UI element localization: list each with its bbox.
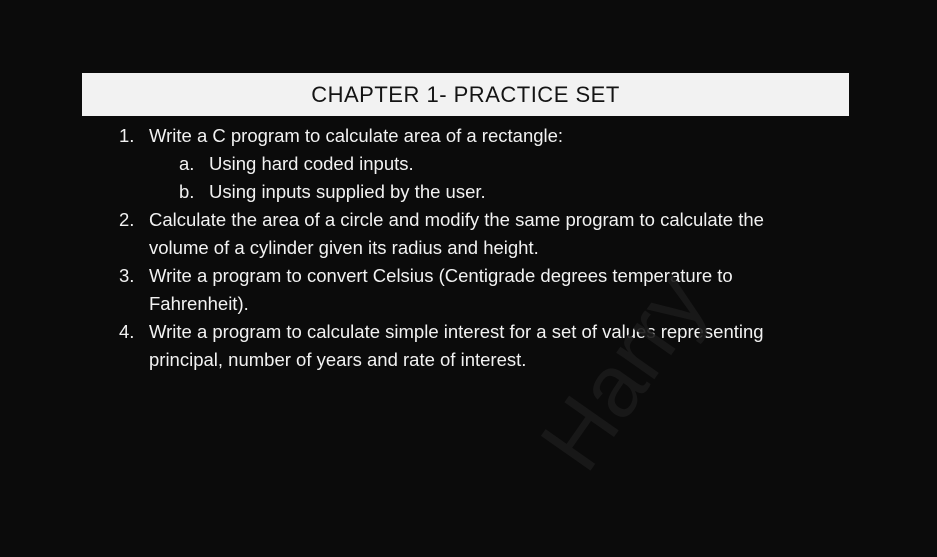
sub-item-text: Using hard coded inputs.: [209, 153, 414, 174]
sub-item-letter: a.: [179, 153, 195, 174]
item-number: 4.: [119, 321, 135, 342]
item-number: 1.: [119, 125, 135, 146]
chapter-header-bar: CHAPTER 1- PRACTICE SET: [82, 73, 849, 116]
item-text: Write a program to calculate simple inte…: [149, 321, 764, 342]
list-item-3-continued: Fahrenheit).: [0, 290, 937, 318]
list-item-4: 4. Write a program to calculate simple i…: [0, 318, 937, 346]
item-text: Fahrenheit).: [149, 293, 249, 314]
list-item-2-continued: volume of a cylinder given its radius an…: [0, 234, 937, 262]
sub-item-text: Using inputs supplied by the user.: [209, 181, 486, 202]
sub-item-letter: b.: [179, 181, 195, 202]
list-item-3: 3. Write a program to convert Celsius (C…: [0, 262, 937, 290]
item-text: volume of a cylinder given its radius an…: [149, 237, 539, 258]
list-item-4-continued: principal, number of years and rate of i…: [0, 346, 937, 374]
sub-item-a: a. Using hard coded inputs.: [0, 150, 937, 178]
item-number: 2.: [119, 209, 135, 230]
practice-list: 1. Write a C program to calculate area o…: [0, 122, 937, 374]
item-number: 3.: [119, 265, 135, 286]
list-item-2: 2. Calculate the area of a circle and mo…: [0, 206, 937, 234]
sub-item-b: b. Using inputs supplied by the user.: [0, 178, 937, 206]
list-item-1: 1. Write a C program to calculate area o…: [0, 122, 937, 150]
item-text: Write a program to convert Celsius (Cent…: [149, 265, 733, 286]
item-text: Write a C program to calculate area of a…: [149, 125, 564, 146]
item-text: Calculate the area of a circle and modif…: [149, 209, 764, 230]
page-title: CHAPTER 1- PRACTICE SET: [311, 81, 620, 107]
item-text: principal, number of years and rate of i…: [149, 349, 527, 370]
